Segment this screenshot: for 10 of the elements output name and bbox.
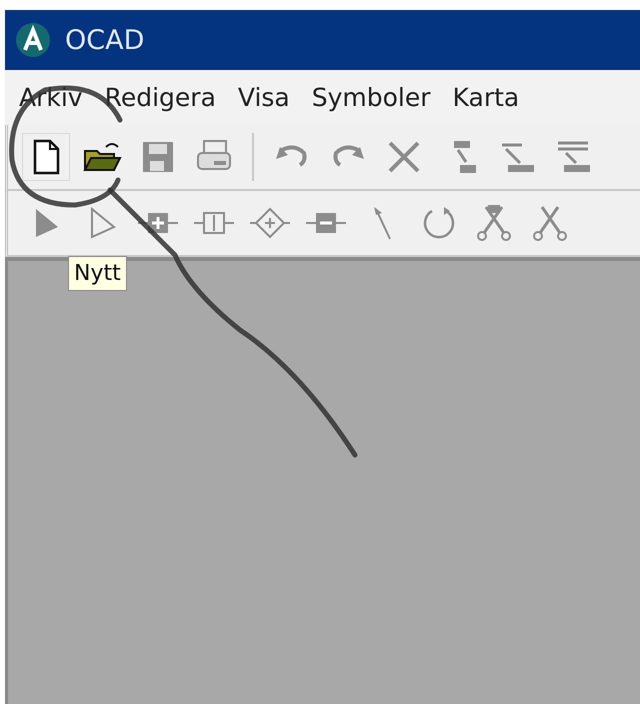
scissors-icon <box>530 203 570 243</box>
app-logo-icon <box>15 22 51 58</box>
scissors-icon <box>474 203 514 243</box>
window-title: OCAD <box>65 24 144 56</box>
menu-item[interactable]: Redigera <box>104 83 216 112</box>
toolbar-button[interactable] <box>22 133 70 181</box>
menu-item[interactable]: Symboler <box>312 83 431 112</box>
menu-item[interactable]: Karta <box>452 83 520 112</box>
tooltip: Nytt <box>68 256 127 291</box>
menu-item[interactable]: Visa <box>238 83 290 112</box>
